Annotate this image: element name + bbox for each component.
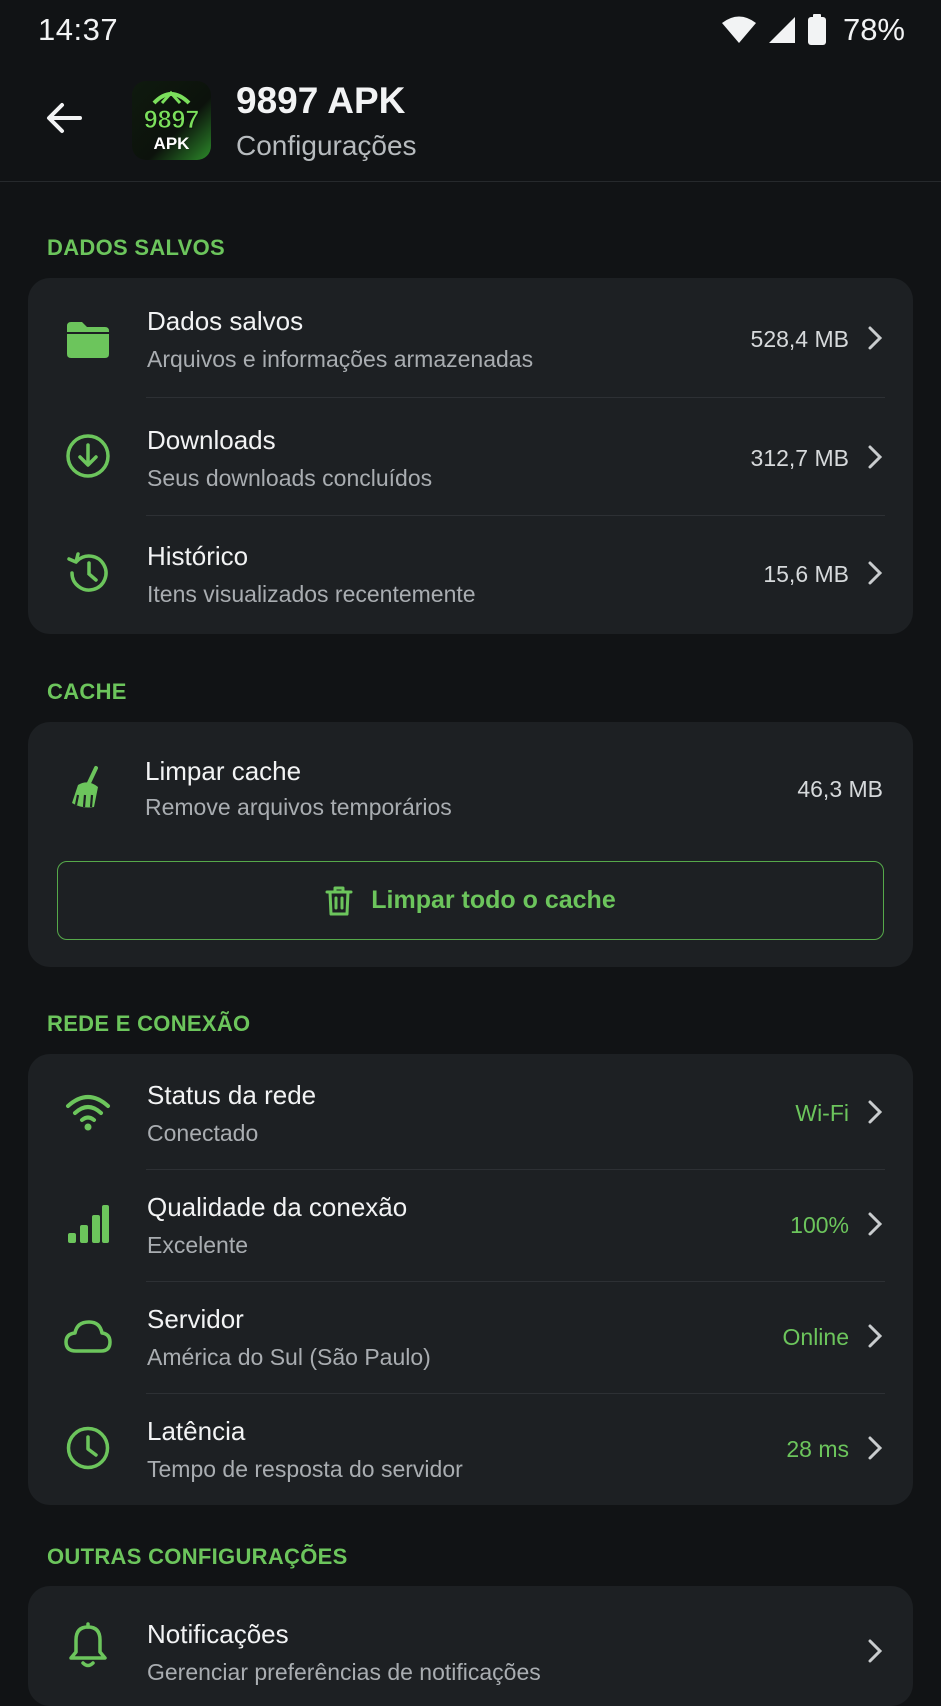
status-icons: 78%: [721, 12, 905, 48]
row-title: Histórico: [147, 541, 249, 571]
app-name: 9897 APK: [236, 80, 406, 121]
bell-icon: [60, 1618, 116, 1674]
battery-icon: [807, 14, 826, 45]
section-title-other: OUTRAS CONFIGURAÇÕES: [47, 1544, 348, 1569]
app-logo: 9897 APK: [132, 81, 211, 160]
row-history[interactable]: Histórico Itens visualizados recentement…: [28, 515, 913, 631]
row-subtitle: Tempo de resposta do servidor: [147, 1456, 463, 1482]
chevron-right-icon: [868, 561, 883, 585]
network-card: Status da rede Conectado Wi-Fi Qualidade…: [28, 1054, 913, 1505]
row-title: Downloads: [147, 425, 276, 455]
row-clear-cache[interactable]: Limpar cache Remove arquivos temporários…: [28, 722, 913, 838]
wifi-icon: [60, 1084, 116, 1140]
chevron-right-icon: [868, 1212, 883, 1236]
saved-data-card: Dados salvos Arquivos e informações arma…: [28, 278, 913, 634]
chevron-right-icon: [868, 1324, 883, 1348]
battery-percent: 78%: [842, 12, 905, 47]
logo-number: 9897: [144, 106, 200, 134]
chevron-right-icon: [868, 1639, 883, 1663]
row-title: Limpar cache: [145, 756, 302, 786]
chevron-right-icon: [868, 1436, 883, 1460]
chevron-right-icon: [868, 326, 883, 350]
cache-card: Limpar cache Remove arquivos temporários…: [28, 722, 913, 967]
row-value: 46,3 MB: [797, 776, 883, 802]
row-value: 312,7 MB: [750, 445, 849, 471]
row-subtitle: Arquivos e informações armazenadas: [147, 346, 534, 372]
row-title: Notificações: [147, 1619, 289, 1649]
row-server[interactable]: Servidor América do Sul (São Paulo) Onli…: [28, 1278, 913, 1394]
wifi-status-icon: [721, 16, 756, 43]
row-title: Dados salvos: [147, 306, 304, 336]
row-connection-quality[interactable]: Qualidade da conexão Excelente 100%: [28, 1166, 913, 1282]
back-arrow-icon: [47, 103, 82, 133]
clear-all-cache-label: Limpar todo o cache: [371, 886, 616, 914]
row-subtitle: Itens visualizados recentemente: [147, 581, 476, 607]
signal-bars-icon: [60, 1196, 116, 1252]
row-subtitle: América do Sul (São Paulo): [147, 1344, 431, 1370]
row-title: Qualidade da conexão: [147, 1192, 408, 1222]
row-value: Online: [782, 1324, 849, 1350]
chevron-right-icon: [868, 1100, 883, 1124]
clock-icon: [60, 1420, 116, 1476]
other-settings-card: Notificações Gerenciar preferências de n…: [28, 1586, 913, 1706]
history-icon: [60, 545, 116, 601]
status-bar: 14:37 78%: [0, 0, 941, 60]
broom-icon: [60, 760, 116, 816]
app-header: 9897 APK 9897 APK Configurações: [0, 60, 941, 182]
cell-signal-icon: [768, 17, 795, 43]
row-downloads[interactable]: Downloads Seus downloads concluídos 312,…: [28, 398, 913, 514]
clear-all-cache-button[interactable]: Limpar todo o cache: [57, 861, 884, 940]
row-subtitle: Remove arquivos temporários: [145, 794, 452, 820]
row-title: Status da rede: [147, 1080, 317, 1110]
row-network-status[interactable]: Status da rede Conectado Wi-Fi: [28, 1054, 913, 1170]
row-latency[interactable]: Latência Tempo de resposta do servidor 2…: [28, 1390, 913, 1506]
logo-apk: APK: [154, 134, 191, 153]
row-subtitle: Seus downloads concluídos: [147, 465, 433, 491]
row-value: 528,4 MB: [750, 326, 849, 352]
download-icon: [60, 428, 116, 484]
section-title-saved: DADOS SALVOS: [47, 235, 225, 260]
row-title: Latência: [147, 1416, 246, 1446]
row-value: 28 ms: [786, 1436, 849, 1462]
row-value: Wi-Fi: [795, 1100, 849, 1126]
row-subtitle: Conectado: [147, 1120, 259, 1146]
folder-icon: [60, 312, 116, 368]
row-value: 100%: [790, 1212, 849, 1238]
row-title: Servidor: [147, 1304, 244, 1334]
row-subtitle: Gerenciar preferências de notificações: [147, 1659, 541, 1685]
row-notifications[interactable]: Notificações Gerenciar preferências de n…: [28, 1586, 913, 1702]
cloud-icon: [60, 1308, 116, 1364]
row-subtitle: Excelente: [147, 1232, 249, 1258]
back-button[interactable]: [36, 90, 92, 146]
row-saved-data[interactable]: Dados salvos Arquivos e informações arma…: [28, 278, 913, 394]
section-title-network: REDE E CONEXÃO: [47, 1011, 251, 1036]
status-time: 14:37: [38, 12, 119, 47]
section-title-cache: CACHE: [47, 679, 127, 704]
row-value: 15,6 MB: [763, 561, 849, 587]
chevron-right-icon: [868, 445, 883, 469]
page-title: Configurações: [236, 130, 417, 161]
trash-icon: [325, 886, 353, 915]
